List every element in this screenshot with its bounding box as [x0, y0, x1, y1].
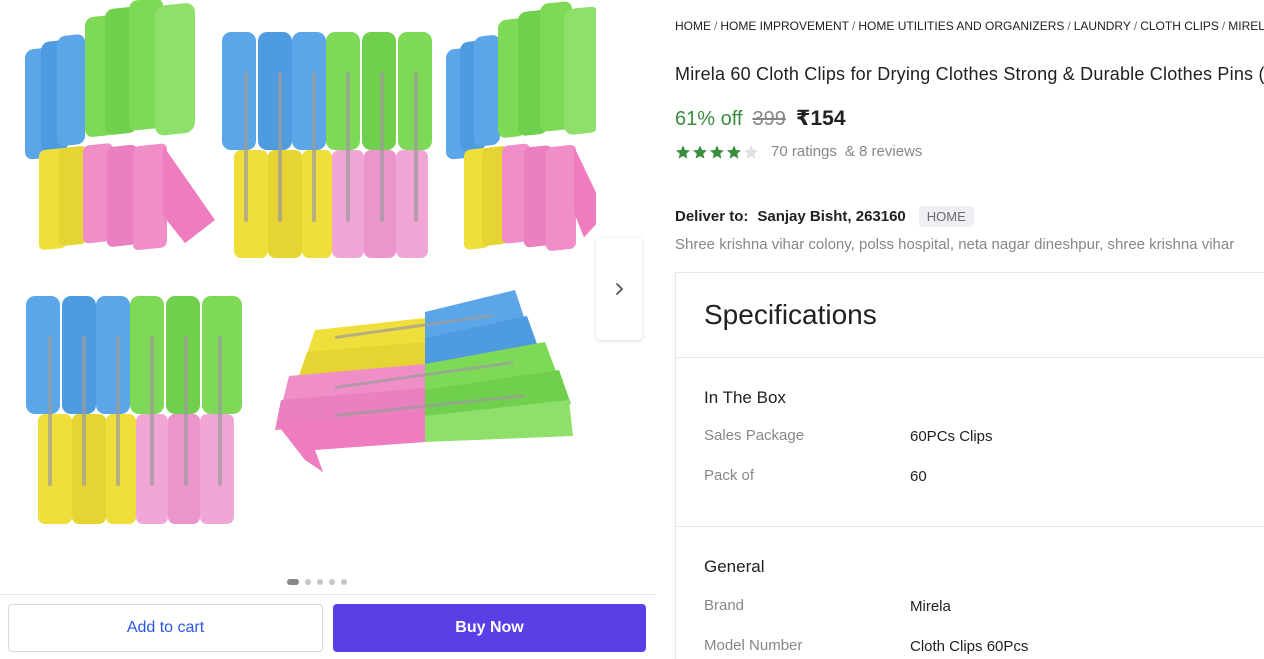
star-icon — [676, 144, 690, 159]
pagination-dot-3[interactable] — [317, 579, 323, 585]
breadcrumb-home-utilities[interactable]: HOME UTILITIES AND ORGANIZERS — [858, 19, 1064, 33]
spec-key-pack-of: Pack of — [704, 467, 755, 484]
rating-row[interactable]: 70 ratings & 8 reviews — [675, 143, 922, 160]
price-row: 61% off 399 ₹154 — [675, 106, 846, 131]
spec-value-sales-package: 60PCs Clips — [910, 428, 993, 445]
product-info: HOME / HOME IMPROVEMENT / HOME UTILITIES AND… — [675, 0, 1264, 659]
ratings-count: 70 ratings — [771, 143, 837, 160]
image-pagination-dots — [287, 579, 347, 585]
spec-divider — [676, 526, 1264, 527]
spec-value-pack-of: 60 — [910, 468, 927, 485]
star-empty-icon — [744, 144, 758, 159]
star-icon — [710, 144, 724, 159]
breadcrumb-home[interactable]: HOME — [675, 19, 711, 33]
product-image[interactable] — [0, 0, 596, 560]
product-title: Mirela 60 Cloth Clips for Drying Clothes… — [675, 64, 1264, 84]
breadcrumb-mirela-cloth-clips[interactable]: MIRELA CLOTH CLIPS — [1228, 19, 1264, 33]
deliver-to-label: Deliver to: — [675, 208, 749, 225]
pagination-dot-2[interactable] — [305, 579, 311, 585]
specifications-card: Specifications In The Box Sales Package … — [675, 272, 1264, 659]
rating-stars — [675, 144, 759, 160]
breadcrumb: HOME / HOME IMPROVEMENT / HOME UTILITIES AND… — [675, 19, 1264, 33]
delivery-address: Shree krishna vihar colony, polss hospit… — [675, 236, 1235, 253]
spec-key-model-number: Model Number — [704, 637, 803, 654]
star-icon — [693, 144, 707, 159]
discount-percent: 61% off — [675, 108, 743, 130]
selling-price: ₹154 — [795, 107, 846, 130]
product-gallery: Add to cart Buy Now — [0, 0, 656, 659]
specifications-title: Specifications — [704, 299, 877, 330]
delivery-name: Sanjay Bisht, 263160 — [757, 208, 906, 225]
spec-section-in-the-box: In The Box — [704, 388, 786, 407]
delivery-row[interactable]: Deliver to: Sanjay Bisht, 263160 HOME — [675, 206, 974, 227]
add-to-cart-button[interactable]: Add to cart — [8, 604, 323, 652]
spec-section-general: General — [704, 557, 765, 576]
pagination-dot-1[interactable] — [287, 579, 299, 585]
buy-now-button[interactable]: Buy Now — [333, 604, 646, 652]
chevron-right-icon — [616, 283, 623, 295]
clip-blue — [25, 34, 85, 160]
spec-key-brand: Brand — [704, 597, 745, 614]
star-icon — [727, 144, 741, 159]
spec-value-brand: Mirela — [910, 598, 951, 615]
next-image-button[interactable] — [596, 238, 642, 340]
spec-key-sales-package: Sales Package — [704, 427, 805, 444]
breadcrumb-home-improvement[interactable]: HOME IMPROVEMENT — [720, 19, 849, 33]
gallery-divider — [0, 594, 656, 595]
address-type-badge: HOME — [918, 206, 974, 227]
pagination-dot-5[interactable] — [341, 579, 347, 585]
spec-value-model-number: Cloth Clips 60Pcs — [910, 638, 1029, 655]
spec-divider — [676, 357, 1264, 358]
breadcrumb-laundry[interactable]: LAUNDRY — [1074, 19, 1131, 33]
pagination-dot-4[interactable] — [329, 579, 335, 585]
original-price: 399 — [752, 108, 786, 130]
breadcrumb-cloth-clips[interactable]: CLOTH CLIPS — [1140, 19, 1219, 33]
reviews-count: & 8 reviews — [844, 143, 923, 160]
